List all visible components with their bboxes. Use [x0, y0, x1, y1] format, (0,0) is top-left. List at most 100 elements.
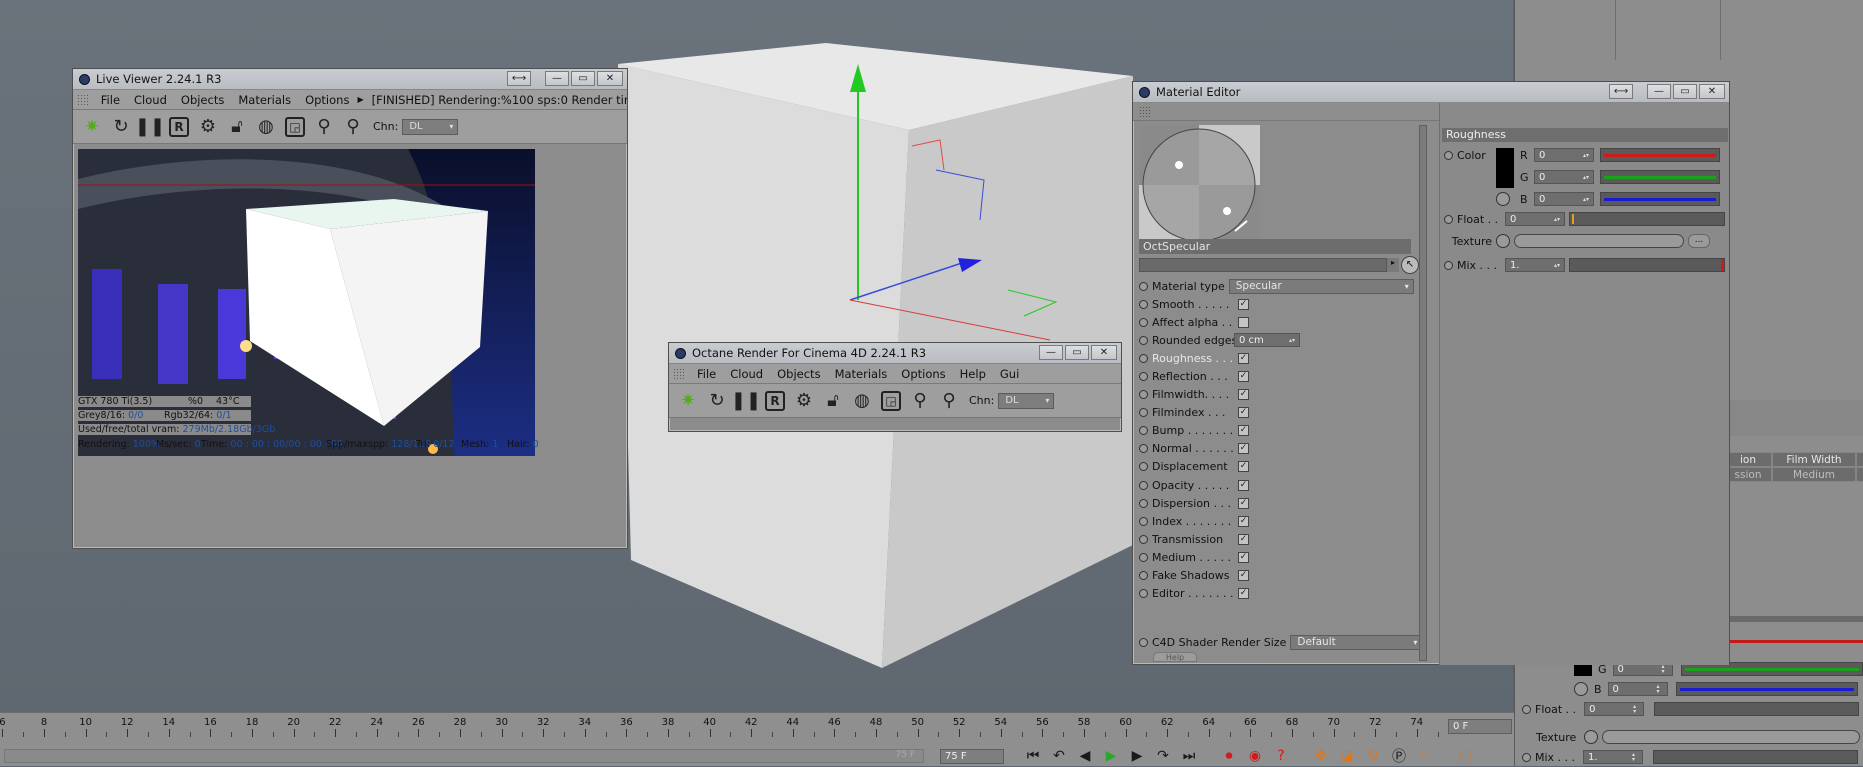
mix-spinner[interactable]: 1.	[1505, 258, 1565, 272]
attr-float-spinner[interactable]: 0	[1584, 702, 1645, 716]
region-render-icon[interactable]: R	[765, 390, 785, 411]
menu-objects[interactable]: Objects	[175, 93, 232, 107]
texture-toggle[interactable]	[1496, 234, 1510, 248]
prop-checkbox[interactable]: ✓	[1238, 370, 1249, 382]
sphere-icon[interactable]: ◍	[253, 114, 279, 140]
prop-checkbox[interactable]	[1238, 316, 1249, 328]
texture-browse-button[interactable]: ...	[1688, 234, 1710, 248]
g-spinner[interactable]: 0	[1534, 170, 1594, 184]
expand-icon[interactable]: ⟷	[507, 71, 531, 86]
go-start-icon[interactable]: ⏮	[1022, 746, 1044, 766]
prop-radio[interactable]	[1139, 390, 1148, 399]
b-slider[interactable]	[1600, 192, 1720, 206]
minimize-button[interactable]: —	[1039, 345, 1063, 360]
prop-checkbox[interactable]: ✓	[1238, 588, 1249, 600]
menu-file[interactable]: File	[691, 367, 724, 381]
channel-dropdown[interactable]: DL ▾	[998, 392, 1055, 409]
menu-file[interactable]: File	[95, 93, 128, 107]
prop-radio[interactable]	[1139, 462, 1148, 472]
attr-texture-field[interactable]	[1602, 730, 1861, 744]
prop-radio[interactable]	[1139, 571, 1148, 580]
texture-field[interactable]	[1514, 234, 1684, 248]
mix-radio[interactable]	[1444, 260, 1453, 270]
prop-radio[interactable]	[1139, 516, 1148, 526]
shader-size-radio[interactable]	[1139, 637, 1148, 647]
attr-b-toggle[interactable]	[1574, 682, 1588, 696]
tab-film-width[interactable]: Film Width	[1772, 452, 1856, 467]
prop-radio[interactable]	[1139, 444, 1148, 454]
prop-checkbox[interactable]: ✓	[1238, 389, 1249, 400]
timeline-ruler[interactable]: 6 8 10 12 14 16 18 20 22 24 26 28 30 32 34 36 38 40 42 44 46…	[0, 713, 1440, 737]
b-toggle[interactable]	[1496, 192, 1510, 206]
prop-radio[interactable]	[1139, 426, 1148, 436]
play-icon[interactable]: ▶	[1100, 746, 1122, 766]
prop-checkbox[interactable]: ✓	[1238, 533, 1249, 545]
color-swatch[interactable]	[1496, 148, 1514, 188]
clay-mode-icon[interactable]: ◲	[881, 390, 901, 411]
prop-checkbox[interactable]: ✓	[1238, 443, 1249, 455]
record-icon[interactable]: ⏺	[1218, 746, 1240, 766]
shader-size-dropdown[interactable]: Default ▾	[1290, 634, 1423, 650]
pla-key-icon[interactable]: ⁙	[1414, 746, 1436, 766]
material-type-dropdown[interactable]: Specular ▾	[1228, 278, 1414, 294]
live-viewer-titlebar[interactable]: Live Viewer 2.24.1 R3 ⟷ — ▭ ✕	[73, 69, 627, 90]
material-pick-icon[interactable]: ⚲	[340, 114, 366, 140]
close-button[interactable]: ✕	[1091, 345, 1117, 360]
b-spinner[interactable]: 0	[1534, 192, 1594, 206]
attr-b-slider[interactable]	[1675, 682, 1858, 696]
timeline-icon[interactable]: ▤	[1454, 746, 1476, 766]
focus-pick-icon[interactable]: ⚲	[907, 388, 933, 414]
close-button[interactable]: ✕	[1699, 84, 1725, 99]
menu-gui[interactable]: Gui	[994, 367, 1027, 381]
expand-icon[interactable]: ⟷	[1609, 84, 1633, 99]
prop-checkbox[interactable]: ✓	[1238, 570, 1249, 581]
autokey-icon[interactable]: ◉	[1244, 746, 1266, 766]
prop-radio[interactable]	[1139, 299, 1148, 309]
menu-cloud[interactable]: Cloud	[724, 367, 771, 381]
link-arrow-icon[interactable]: ▸	[1387, 258, 1399, 272]
minimize-button[interactable]: —	[545, 71, 569, 86]
attr-mix-slider[interactable]	[1653, 750, 1859, 764]
r-spinner[interactable]: 0	[1534, 148, 1594, 162]
prop-checkbox[interactable]: ✓	[1238, 479, 1249, 491]
menu-arrow-icon[interactable]: ▶	[357, 95, 363, 104]
prop-radio[interactable]	[1139, 552, 1148, 562]
rounded-edges-spinner[interactable]: 0 cm	[1234, 333, 1300, 348]
material-editor-titlebar[interactable]: Material Editor ⟷ — ▭ ✕	[1133, 82, 1729, 103]
pick-icon[interactable]: ↖	[1401, 256, 1419, 274]
prop-checkbox[interactable]: ✓	[1238, 497, 1249, 509]
material-type-radio[interactable]	[1139, 281, 1148, 291]
restart-icon[interactable]: ↻	[704, 388, 730, 414]
prop-checkbox[interactable]: ✓	[1238, 461, 1249, 473]
next-frame-icon[interactable]: ▶	[1126, 746, 1148, 766]
menu-cloud[interactable]: Cloud	[128, 93, 175, 107]
keyframe-selection-icon[interactable]: ?	[1270, 746, 1292, 766]
rotate-key-icon[interactable]: ↻	[1362, 746, 1384, 766]
close-button[interactable]: ✕	[597, 71, 623, 86]
menu-materials[interactable]: Materials	[829, 367, 896, 381]
attr-float-radio[interactable]	[1522, 704, 1531, 714]
maximize-button[interactable]: ▭	[1065, 345, 1089, 360]
go-end-icon[interactable]: ⏭	[1178, 746, 1200, 766]
prop-radio[interactable]	[1139, 335, 1148, 345]
next-key-icon[interactable]: ↷	[1152, 746, 1174, 766]
material-editor-window[interactable]: Material Editor ⟷ — ▭ ✕ ◀ 🔒︎ +	[1132, 81, 1730, 665]
prev-key-icon[interactable]: ↶	[1048, 746, 1070, 766]
start-render-icon[interactable]: ✷	[79, 114, 105, 140]
sphere-icon[interactable]: ◍	[849, 388, 875, 414]
attr-mix-radio[interactable]	[1522, 752, 1531, 762]
r-slider[interactable]	[1600, 148, 1720, 162]
g-slider[interactable]	[1600, 170, 1720, 184]
current-frame-field[interactable]: 0 F	[1448, 719, 1512, 734]
attr-mix-spinner[interactable]: 1.	[1583, 750, 1644, 764]
prop-checkbox[interactable]: ✓	[1238, 425, 1249, 437]
scale-key-icon[interactable]: ◪	[1336, 746, 1358, 766]
prop-radio[interactable]	[1139, 589, 1148, 599]
range-slider[interactable]: 75 F	[4, 749, 924, 763]
move-key-icon[interactable]: ✥	[1310, 746, 1332, 766]
prop-radio[interactable]	[1139, 408, 1148, 418]
float-radio[interactable]	[1444, 214, 1453, 224]
material-link-field[interactable]	[1139, 258, 1387, 272]
prop-radio[interactable]	[1139, 480, 1148, 490]
octane-titlebar[interactable]: Octane Render For Cinema 4D 2.24.1 R3 — …	[669, 343, 1121, 364]
